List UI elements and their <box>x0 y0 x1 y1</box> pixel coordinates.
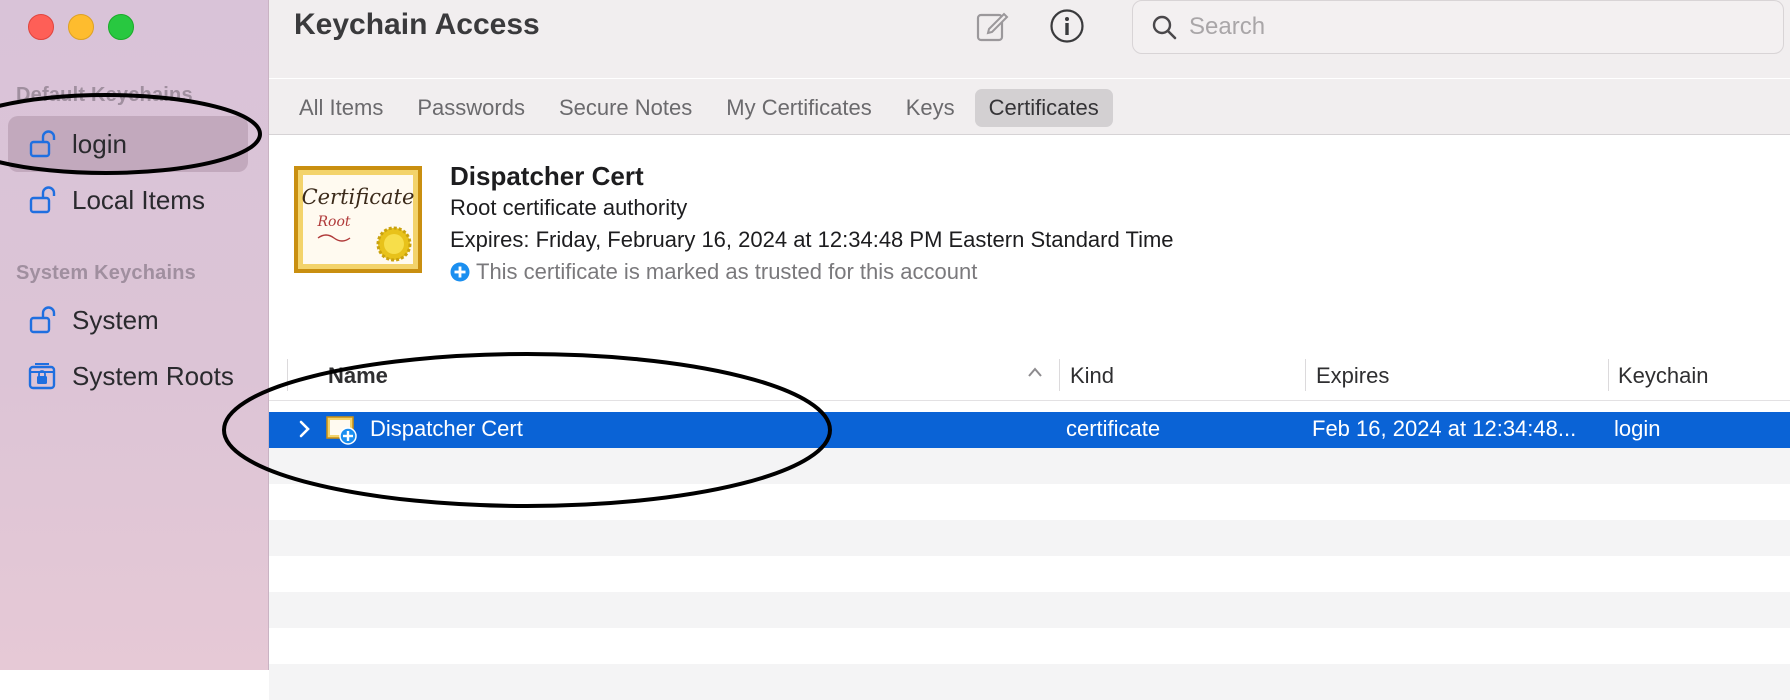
tab-my-certificates[interactable]: My Certificates <box>712 89 885 127</box>
search-icon <box>1151 14 1177 40</box>
column-header-name[interactable]: Name <box>328 363 388 389</box>
table-row-empty <box>269 484 1790 520</box>
table-row-empty <box>269 592 1790 628</box>
sidebar-item-label: login <box>72 128 127 159</box>
tab-all-items[interactable]: All Items <box>285 89 397 127</box>
sidebar-heading-system-keychains: System Keychains <box>16 262 196 284</box>
items-table: Name Kind Expires Keychain Dispatcher Ce… <box>269 355 1790 700</box>
certificate-name: Dispatcher Cert <box>450 161 644 191</box>
sidebar-item-login[interactable]: login <box>8 116 248 172</box>
sidebar-item-system[interactable]: System <box>8 292 248 348</box>
column-header-expires[interactable]: Expires <box>1316 363 1389 389</box>
table-row-empty <box>269 664 1790 700</box>
table-row-empty <box>269 628 1790 664</box>
unlocked-padlock-icon <box>26 304 58 336</box>
certificate-image-title: Certificate <box>302 185 415 209</box>
column-header-kind[interactable]: Kind <box>1070 363 1114 389</box>
minimize-window-button[interactable] <box>68 14 94 40</box>
table-header: Name Kind Expires Keychain <box>269 355 1790 401</box>
certificate-image-subtitle: Root <box>316 214 350 230</box>
category-tab-bar: All Items Passwords Secure Notes My Cert… <box>269 79 1790 135</box>
locked-cabinet-icon <box>26 360 58 392</box>
trust-status-text: This certificate is marked as trusted fo… <box>476 259 978 284</box>
certificate-type: Root certificate authority <box>450 195 688 220</box>
certificate-detail-pane: Certificate Root Dispatcher Cert Root ce… <box>269 135 1790 355</box>
disclosure-chevron-icon[interactable] <box>297 418 313 445</box>
row-keychain: login <box>1614 416 1661 441</box>
search-input[interactable] <box>1187 12 1751 42</box>
compose-icon <box>976 12 1009 42</box>
table-row-empty <box>269 520 1790 556</box>
sidebar-heading-default-keychains: Default Keychains <box>16 84 193 106</box>
trusted-plus-icon <box>450 262 470 282</box>
row-kind: certificate <box>1066 416 1161 441</box>
certificate-image: Certificate Root <box>294 166 422 273</box>
sidebar: Default Keychains login Local Items Syst… <box>0 0 269 670</box>
unlocked-padlock-icon <box>26 184 58 216</box>
certificate-expiration: Expires: Friday, February 16, 2024 at 12… <box>450 227 1174 252</box>
close-window-button[interactable] <box>28 14 54 40</box>
zoom-window-button[interactable] <box>108 14 134 40</box>
trust-status: This certificate is marked as trusted fo… <box>450 259 977 285</box>
row-name: Dispatcher Cert <box>370 416 523 441</box>
certificate-trusted-icon <box>326 415 358 445</box>
row-expires: Feb 16, 2024 at 12:34:48... <box>1312 416 1577 441</box>
sidebar-item-local-items[interactable]: Local Items <box>8 172 248 228</box>
sidebar-item-system-roots[interactable]: System Roots <box>8 348 248 404</box>
table-row-empty <box>269 448 1790 484</box>
search-field[interactable] <box>1132 0 1784 54</box>
tab-certificates[interactable]: Certificates <box>974 89 1113 127</box>
sidebar-item-label: Local Items <box>72 184 205 215</box>
sidebar-item-label: System Roots <box>72 360 234 391</box>
sidebar-item-label: System <box>72 304 159 335</box>
window-title: Keychain Access <box>294 8 540 41</box>
gold-seal-icon <box>376 226 412 262</box>
unlocked-padlock-icon <box>26 128 58 160</box>
compose-button[interactable] <box>972 6 1012 46</box>
info-icon <box>1050 9 1084 43</box>
info-button[interactable] <box>1047 6 1087 46</box>
table-row-empty <box>269 556 1790 592</box>
tab-keys[interactable]: Keys <box>892 89 969 127</box>
sort-ascending-icon[interactable] <box>1026 365 1044 384</box>
tab-secure-notes[interactable]: Secure Notes <box>545 89 706 127</box>
toolbar: Keychain Access <box>269 0 1790 78</box>
column-header-keychain[interactable]: Keychain <box>1618 363 1709 389</box>
table-row[interactable]: Dispatcher Cert certificate Feb 16, 2024… <box>269 412 1790 448</box>
tab-passwords[interactable]: Passwords <box>403 89 539 127</box>
